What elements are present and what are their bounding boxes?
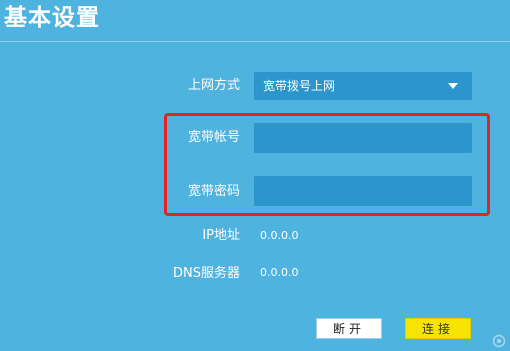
ip-address-label: IP地址 [202,228,240,243]
connection-type-select[interactable]: 宽带拨号上网 [254,72,472,100]
connect-button[interactable]: 连接 [405,318,471,339]
watermark-icon [492,334,506,348]
page-title: 基本设置 [4,5,100,31]
connection-type-value: 宽带拨号上网 [263,79,336,93]
dns-server-label: DNS服务器 [173,266,240,281]
connection-type-label: 上网方式 [187,78,240,93]
account-input[interactable] [254,123,472,153]
dns-server-value: 0.0.0.0 [260,266,299,279]
password-input[interactable] [254,176,472,206]
password-label: 宽带密码 [187,184,240,199]
account-label: 宽带帐号 [187,130,240,145]
ip-address-value: 0.0.0.0 [260,229,299,242]
caret-down-icon [448,83,458,89]
title-divider [0,41,510,42]
disconnect-button[interactable]: 断开 [316,318,382,339]
